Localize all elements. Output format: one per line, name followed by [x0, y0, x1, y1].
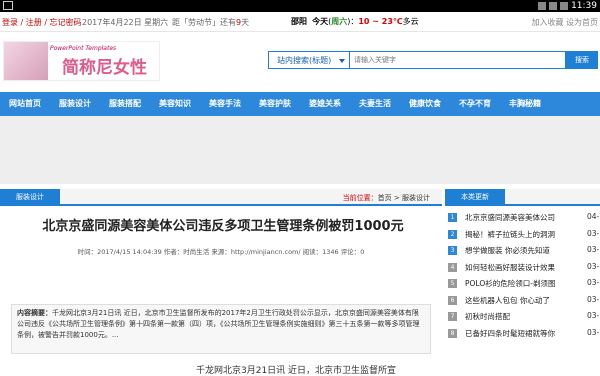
- search-bar: 站内搜索(标题) 搜索: [268, 51, 598, 69]
- nav-item[interactable]: 婆媳关系: [300, 92, 350, 116]
- top-info-bar: 登录 / 注册 / 忘记密码 2017年4月22日 星期六 距「劳动节」还有9天…: [0, 12, 600, 32]
- nav-item[interactable]: 夫妻生活: [350, 92, 400, 116]
- current-date: 2017年4月22日 星期六: [82, 18, 169, 27]
- list-item[interactable]: 6 这些机器人包包 你心动了 03-: [445, 293, 600, 310]
- list-item[interactable]: 4 如何轻松画好服装设计效果 03-: [445, 260, 600, 277]
- weather-widget: 邵阳 今天(周六)：10 ~ 23℃多云: [291, 17, 419, 26]
- holiday-countdown: 距「劳动节」还有9天: [172, 18, 250, 27]
- list-item[interactable]: 1 北京京盛同源美容美体公司 04-: [445, 210, 600, 227]
- nav-item[interactable]: 服装设计: [50, 92, 100, 116]
- notification-icon: [3, 1, 13, 10]
- list-item[interactable]: 7 初秋时尚搭配 03-: [445, 309, 600, 326]
- bookmark-links[interactable]: 加入收藏 设为首页: [531, 17, 598, 28]
- logo-subtitle: PowerPoint Templates: [50, 45, 117, 52]
- category-bar: 服装设计 当前位置：首页 > 服装设计: [0, 189, 442, 206]
- article-meta: 时间：2017/4/15 14:04:39 作者：时尚生活 来源：http://…: [77, 248, 365, 256]
- search-scope-select[interactable]: 站内搜索(标题): [268, 51, 350, 69]
- sidebar-updates: 本类更新 1 北京京盛同源美容美体公司 04- 2 揭秘！裤子拉链头上的洞洞 03- 3…: [445, 189, 600, 342]
- login-links[interactable]: 登录 / 注册 / 忘记密码: [2, 17, 82, 28]
- nav-item[interactable]: 美容知识: [150, 92, 200, 116]
- nav-item[interactable]: 不孕不育: [450, 92, 500, 116]
- article-main: 服装设计 当前位置：首页 > 服装设计 北京京盛同源美容美体公司违反多项卫生管理…: [0, 189, 442, 376]
- logo-text: 简称尼女性: [62, 58, 147, 78]
- list-item[interactable]: 3 想学做服装 你必须先知道 03-: [445, 243, 600, 260]
- article-body: 千龙网北京3月21日讯 近日，北京市卫生监督所宣: [196, 366, 397, 376]
- category-tab[interactable]: 服装设计: [0, 189, 60, 206]
- breadcrumb: 当前位置：首页 > 服装设计: [342, 194, 430, 202]
- nav-item[interactable]: 网站首页: [0, 92, 50, 116]
- ad-banner: [0, 116, 600, 184]
- list-item[interactable]: 5 POLO衫的危险领口-剃须图 03-: [445, 276, 600, 293]
- search-button[interactable]: 搜索: [566, 51, 598, 69]
- site-logo[interactable]: PowerPoint Templates 简称尼女性: [3, 41, 160, 81]
- search-input[interactable]: [350, 51, 566, 69]
- nav-item[interactable]: 美容护肤: [250, 92, 300, 116]
- sidebar-title: 本类更新: [445, 189, 505, 206]
- sidebar-header: 本类更新: [445, 189, 600, 206]
- nav-item[interactable]: 丰胸秘籍: [500, 92, 550, 116]
- nav-item[interactable]: 服装搭配: [100, 92, 150, 116]
- battery-icon: [560, 2, 569, 10]
- list-item[interactable]: 8 已备好四条时髦短裙就等你 03-: [445, 326, 600, 343]
- article-summary: 内容摘要：千龙网北京3月21日讯 近日，北京市卫生监督所发布的2017年2月卫生…: [11, 304, 431, 354]
- chevron-down-icon: [339, 59, 345, 63]
- list-item[interactable]: 2 揭秘！裤子拉链头上的洞洞 03-: [445, 227, 600, 244]
- nav-item[interactable]: 健康饮食: [400, 92, 450, 116]
- article-title: 北京京盛同源美容美体公司违反多项卫生管理条例被罚1000元: [42, 219, 404, 234]
- clock: 11:39: [571, 1, 597, 11]
- wifi-icon: [538, 2, 547, 10]
- android-status-bar: 11:39: [0, 0, 600, 12]
- nav-item[interactable]: 美容手法: [200, 92, 250, 116]
- signal-icon: [549, 2, 558, 10]
- logo-image: [4, 42, 48, 80]
- main-nav: 网站首页 服装设计 服装搭配 美容知识 美容手法 美容护肤 婆媳关系 夫妻生活 …: [0, 92, 600, 116]
- update-list: 1 北京京盛同源美容美体公司 04- 2 揭秘！裤子拉链头上的洞洞 03- 3 想学做服装…: [445, 210, 600, 342]
